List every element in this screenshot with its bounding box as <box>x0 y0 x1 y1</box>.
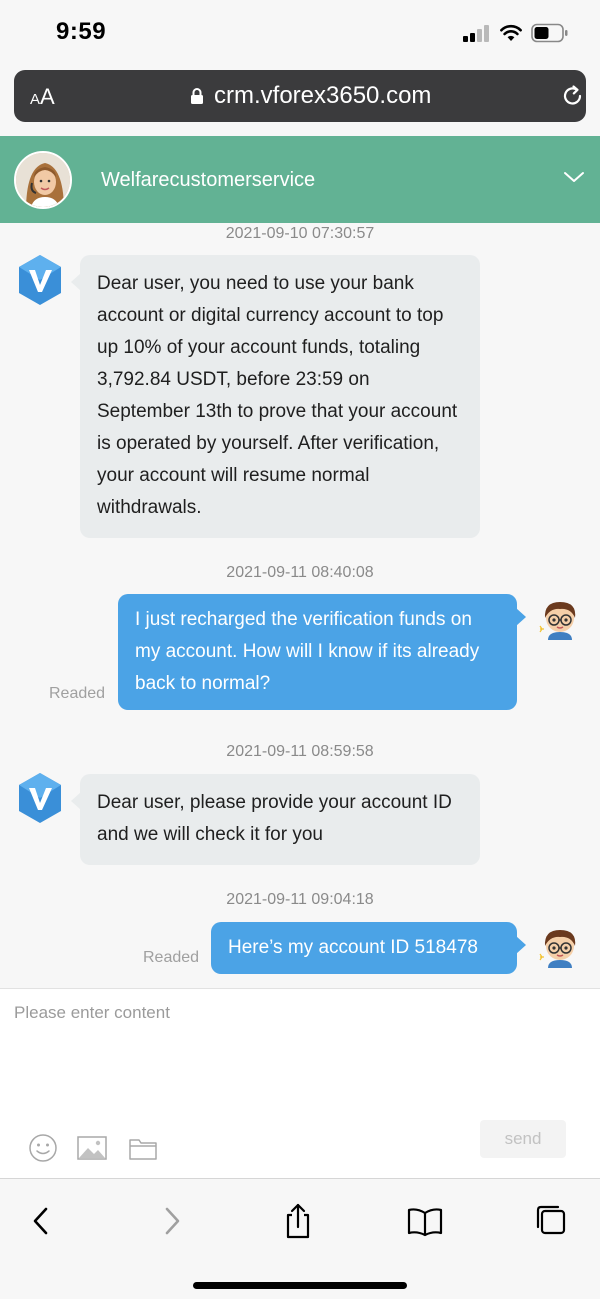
status-bar: 9:59 <box>0 0 600 66</box>
folder-icon[interactable] <box>128 1133 158 1163</box>
agent-message-bubble: Dear user, please provide your account I… <box>71 774 480 865</box>
agent-message-bubble: Dear user, you need to use your bank acc… <box>71 255 480 538</box>
aa-small-label: A <box>30 91 41 108</box>
home-indicator[interactable] <box>193 1282 407 1289</box>
cellular-signal-icon <box>463 24 491 42</box>
aa-large-label: A <box>40 84 55 109</box>
agent-avatar <box>14 151 72 209</box>
message-list[interactable]: 2021-09-10 07:30:57 Dear user, you need … <box>0 223 600 988</box>
vforex-logo-icon <box>19 255 61 305</box>
message-timestamp: 2021-09-11 09:04:18 <box>226 891 374 908</box>
tabs-icon[interactable] <box>530 1199 574 1243</box>
message-timestamp: 2021-09-11 08:40:08 <box>226 564 374 581</box>
emoji-icon[interactable] <box>28 1133 58 1163</box>
lock-icon <box>191 88 203 104</box>
message-timestamp: 2021-09-11 08:59:58 <box>226 743 374 760</box>
reload-icon[interactable] <box>561 84 585 108</box>
chat-header: Welfarecustomerservice <box>0 136 600 223</box>
address-bar[interactable]: AA crm.vforex3650.com <box>14 70 586 122</box>
back-icon[interactable] <box>20 1199 64 1243</box>
message-timestamp: 2021-09-10 07:30:57 <box>225 225 375 242</box>
message-input[interactable] <box>14 1003 584 1103</box>
chevron-down-icon[interactable] <box>563 170 585 184</box>
user-avatar <box>539 602 576 640</box>
read-status: Readed <box>49 685 106 702</box>
browser-toolbar <box>0 1178 600 1299</box>
user-message-bubble: Here’s my account ID 518478 <box>211 922 526 974</box>
share-icon[interactable] <box>276 1199 320 1243</box>
status-time: 9:59 <box>56 18 107 45</box>
user-avatar <box>539 930 576 968</box>
battery-icon <box>531 23 568 43</box>
url-text[interactable]: crm.vforex3650.com <box>214 82 431 110</box>
composer: send <box>0 988 600 1178</box>
image-icon[interactable] <box>76 1133 108 1163</box>
agent-name: Welfarecustomerservice <box>101 169 316 191</box>
wifi-icon <box>500 25 522 41</box>
bookmarks-icon[interactable] <box>403 1199 447 1243</box>
read-status: Readed <box>143 949 200 966</box>
forward-icon[interactable] <box>150 1199 194 1243</box>
send-button[interactable]: send <box>480 1120 566 1158</box>
user-message-bubble: I just recharged the verification funds … <box>118 594 526 710</box>
reader-text-size-button[interactable]: AA <box>30 84 55 110</box>
vforex-logo-icon <box>19 773 61 823</box>
